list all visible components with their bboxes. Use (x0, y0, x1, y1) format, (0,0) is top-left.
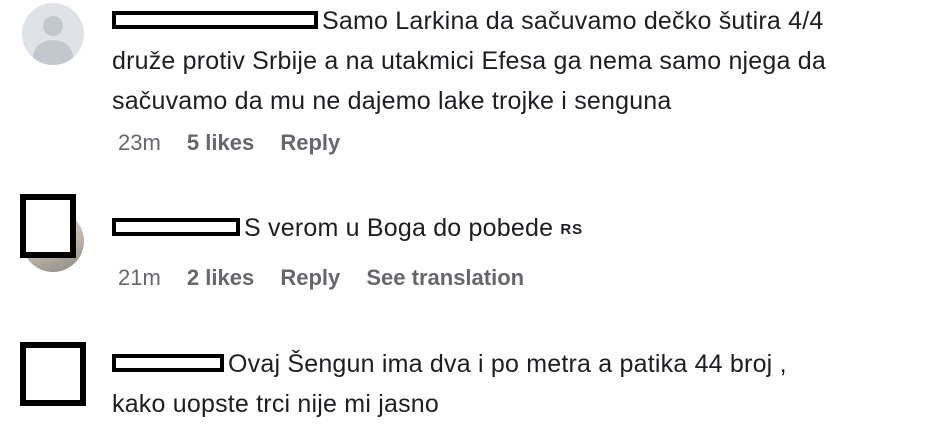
comment-line: Samo Larkina da sačuvamo dečko šutira 4/… (322, 7, 824, 35)
comment-meta: 23m 5 likes Reply (118, 130, 360, 156)
redacted-avatar (20, 342, 86, 406)
comment-line: Ovaj Šengun ima dva i po metra a patika … (228, 350, 787, 378)
comment-text: Samo Larkina da sačuvamo dečko šutira 4/… (112, 1, 826, 121)
comment-time: 23m (118, 130, 161, 155)
flag-icon: RS (560, 221, 584, 238)
comment-line: sačuvamo da mu ne dajemo lake trojke i s… (112, 87, 672, 115)
redacted-name[interactable] (112, 218, 240, 237)
avatar[interactable] (22, 3, 84, 65)
redacted-avatar (20, 194, 76, 258)
reply-button[interactable]: Reply (280, 130, 340, 155)
comment-text: Ovaj Šengun ima dva i po metra a patika … (112, 344, 787, 424)
default-avatar-icon (22, 3, 84, 65)
comment-meta: 21m 2 likes Reply See translation (118, 265, 544, 291)
comment-time: 21m (118, 265, 161, 290)
comments-screen: { "comments": [ { "lines": [ "Samo Larki… (0, 0, 930, 424)
redacted-name[interactable] (112, 11, 318, 30)
comment-line: S verom u Boga do pobede (244, 214, 554, 242)
comment-line: kako uopste trci nije mi jasno (112, 390, 439, 418)
see-translation-link[interactable]: See translation (366, 265, 524, 290)
likes-link[interactable]: 2 likes (187, 265, 254, 290)
redacted-name[interactable] (112, 354, 224, 373)
comment-line: druže protiv Srbije a na utakmici Efesa … (112, 47, 826, 75)
comment-text: S verom u Boga do pobede RS (112, 208, 583, 250)
likes-link[interactable]: 5 likes (187, 130, 254, 155)
reply-button[interactable]: Reply (280, 265, 340, 290)
